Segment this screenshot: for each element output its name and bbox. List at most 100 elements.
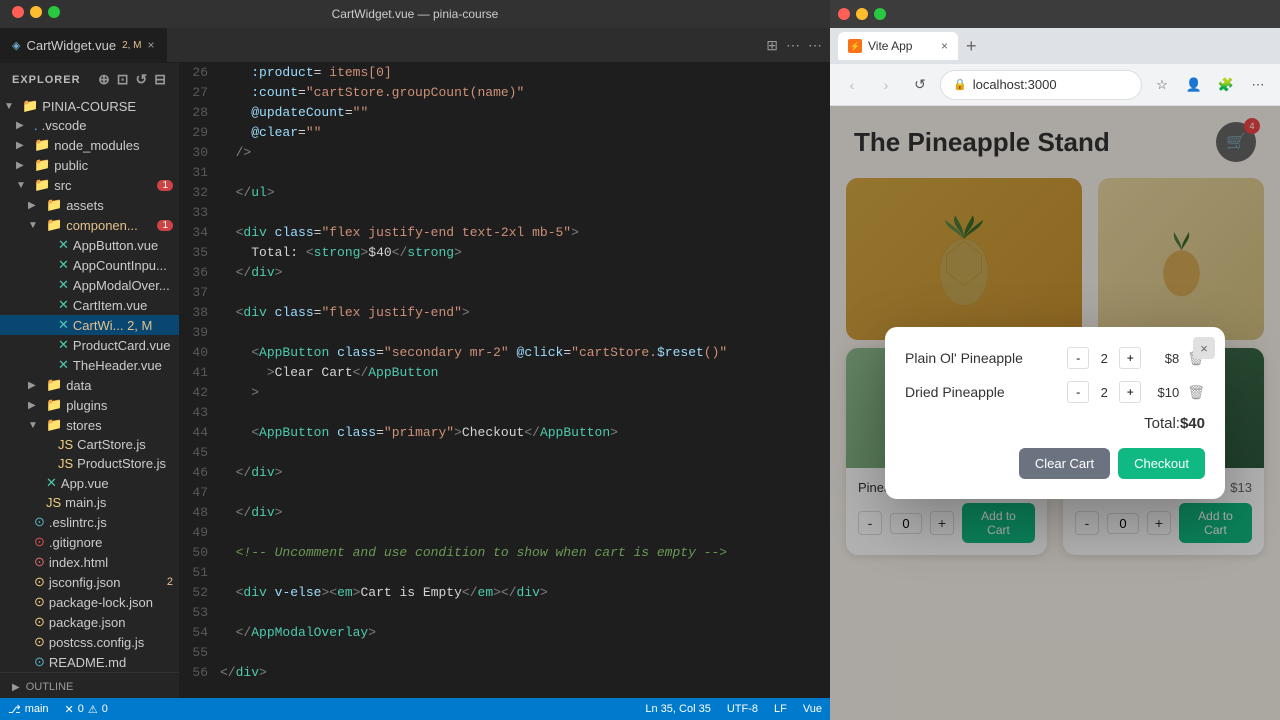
sidebar-item-plugins[interactable]: ▶ 📁 plugins — [0, 395, 179, 415]
line-number: 38 — [180, 303, 220, 323]
folder-icon: 📁 — [34, 177, 50, 193]
refresh-icon[interactable]: ↺ — [136, 71, 149, 88]
sidebar-item-cartwidget[interactable]: ▶ ✕ CartWi... 2, M — [0, 315, 179, 335]
sidebar-item-src[interactable]: ▼ 📁 src 1 — [0, 175, 179, 195]
profile-button[interactable]: 👤 — [1180, 71, 1208, 99]
new-folder-icon[interactable]: ⊡ — [117, 71, 130, 88]
cart-increase-button[interactable]: + — [1119, 381, 1141, 403]
errors-warnings[interactable]: ✕ 0 ⚠ 0 — [65, 703, 108, 716]
encoding[interactable]: UTF-8 — [727, 703, 758, 715]
minimize-traffic-light[interactable] — [30, 6, 42, 18]
sidebar-item-theheader[interactable]: ▶ ✕ TheHeader.vue — [0, 355, 179, 375]
line-col[interactable]: Ln 35, Col 35 — [645, 703, 710, 715]
sidebar-item-data[interactable]: ▶ 📁 data — [0, 375, 179, 395]
cart-item-name: Dried Pineapple — [905, 384, 1059, 400]
sidebar-item-components[interactable]: ▼ 📁 componen... 1 — [0, 215, 179, 235]
sidebar-item-readme[interactable]: ▶ ⊙ README.md — [0, 652, 179, 672]
code-lines: 26 :product= items[0] 27 :count="cartSto… — [180, 63, 830, 683]
branch-name: main — [25, 703, 49, 715]
new-file-icon[interactable]: ⊕ — [98, 71, 111, 88]
cart-modal-overlay[interactable]: × Plain Ol' Pineapple - 2 + $8 🗑 Dried P… — [830, 106, 1280, 720]
sidebar-item-appmodaloverlay[interactable]: ▶ ✕ AppModalOver... — [0, 275, 179, 295]
browser-minimize-light[interactable] — [856, 8, 868, 20]
sidebar-item-appbutton[interactable]: ▶ ✕ AppButton.vue — [0, 235, 179, 255]
sidebar-item-productcard[interactable]: ▶ ✕ ProductCard.vue — [0, 335, 179, 355]
line-number: 53 — [180, 603, 220, 623]
sidebar-item-mainjs[interactable]: ▶ JS main.js — [0, 493, 179, 512]
forward-button[interactable]: › — [872, 71, 900, 99]
cart-decrease-button[interactable]: - — [1067, 381, 1089, 403]
editor-main: EXPLORER ⊕ ⊡ ↺ ⊟ ▼ 📁 PINIA-COURSE ▶ . .v… — [0, 63, 830, 698]
browser-tab-viteapp[interactable]: ⚡ Vite App × — [838, 32, 958, 60]
url-text: localhost:3000 — [973, 77, 1129, 92]
sidebar-item-nodemodules[interactable]: ▶ 📁 node_modules — [0, 135, 179, 155]
js-file-icon: ⊙ — [34, 634, 45, 650]
sidebar-item-public[interactable]: ▶ 📁 public — [0, 155, 179, 175]
language-mode[interactable]: Vue — [803, 703, 822, 715]
outline-section[interactable]: ▶ OUTLINE — [0, 677, 179, 697]
json-file-icon: ⊙ — [34, 614, 45, 630]
browser-maximize-light[interactable] — [874, 8, 886, 20]
tab-close-button[interactable]: × — [148, 38, 155, 52]
checkout-button[interactable]: Checkout — [1118, 448, 1205, 479]
vue-file-icon: ✕ — [58, 257, 69, 273]
sidebar-item-stores[interactable]: ▼ 📁 stores — [0, 415, 179, 435]
address-bar[interactable]: 🔒 localhost:3000 — [940, 70, 1142, 100]
refresh-button[interactable]: ↺ — [906, 71, 934, 99]
sidebar-item-productstore[interactable]: ▶ JS ProductStore.js — [0, 454, 179, 473]
code-line-47: 47 — [180, 483, 830, 503]
code-line-48: 48 </div> — [180, 503, 830, 523]
cart-increase-button[interactable]: + — [1119, 347, 1141, 369]
arrow-icon: ▼ — [4, 101, 18, 112]
code-editor[interactable]: 26 :product= items[0] 27 :count="cartSto… — [180, 63, 830, 698]
sidebar-item-indexhtml[interactable]: ▶ ⊙ index.html — [0, 552, 179, 572]
arrow-icon: ▶ — [28, 380, 42, 391]
editor-tabs: ◈ CartWidget.vue 2, M × ⊞ ⋯ ⋯ — [0, 28, 830, 63]
sidebar-item-assets[interactable]: ▶ 📁 assets — [0, 195, 179, 215]
split-editor-icon[interactable]: ⊞ — [766, 37, 778, 54]
item-label: AppCountInpu... — [73, 258, 167, 273]
clear-cart-button[interactable]: Clear Cart — [1019, 448, 1110, 479]
settings-icon[interactable]: ⋯ — [786, 37, 800, 54]
cart-decrease-button[interactable]: - — [1067, 347, 1089, 369]
back-button[interactable]: ‹ — [838, 71, 866, 99]
sidebar-item-package[interactable]: ▶ ⊙ package.json — [0, 612, 179, 632]
language-text: Vue — [803, 703, 822, 715]
line-content: >Clear Cart</AppButton — [220, 363, 830, 383]
sidebar-item-packagelock[interactable]: ▶ ⊙ package-lock.json — [0, 592, 179, 612]
sidebar-item-jsconfig[interactable]: ▶ ⊙ jsconfig.json 2 — [0, 572, 179, 592]
vue-file-icon: ✕ — [58, 237, 69, 253]
line-content: <AppButton class="secondary mr-2" @click… — [220, 343, 830, 363]
code-line-39: 39 — [180, 323, 830, 343]
sidebar-item-vscode[interactable]: ▶ . .vscode — [0, 116, 179, 135]
browser-traffic-lights — [838, 8, 886, 20]
sidebar-item-cartitem[interactable]: ▶ ✕ CartItem.vue — [0, 295, 179, 315]
new-tab-button[interactable]: + — [966, 36, 977, 57]
item-label: AppButton.vue — [73, 238, 158, 253]
more-actions-icon[interactable]: ⋯ — [808, 37, 822, 54]
sidebar-item-postcss[interactable]: ▶ ⊙ postcss.config.js — [0, 632, 179, 652]
modal-close-button[interactable]: × — [1193, 337, 1215, 359]
extensions-button[interactable]: 🧩 — [1212, 71, 1240, 99]
cart-qty-display: 2 — [1093, 351, 1115, 366]
sidebar-item-cartstore[interactable]: ▶ JS CartStore.js — [0, 435, 179, 454]
line-number: 45 — [180, 443, 220, 463]
sidebar-item-root[interactable]: ▼ 📁 PINIA-COURSE — [0, 96, 179, 116]
line-ending[interactable]: LF — [774, 703, 787, 715]
git-branch[interactable]: ⎇ main — [8, 703, 49, 716]
maximize-traffic-light[interactable] — [48, 6, 60, 18]
cart-item-delete-button[interactable]: 🗑 — [1187, 384, 1205, 401]
browser-tab-close[interactable]: × — [941, 39, 948, 53]
bookmark-button[interactable]: ☆ — [1148, 71, 1176, 99]
more-options-button[interactable]: ⋯ — [1244, 71, 1272, 99]
close-traffic-light[interactable] — [12, 6, 24, 18]
browser-close-light[interactable] — [838, 8, 850, 20]
status-bar: ⎇ main ✕ 0 ⚠ 0 Ln 35, Col 35 UTF-8 LF Vu… — [0, 698, 830, 720]
sidebar-item-gitignore[interactable]: ▶ ⊙ .gitignore — [0, 532, 179, 552]
folder-icon: 📁 — [34, 137, 50, 153]
sidebar-item-appvue[interactable]: ▶ ✕ App.vue — [0, 473, 179, 493]
sidebar-item-eslint[interactable]: ▶ ⊙ .eslintrc.js — [0, 512, 179, 532]
collapse-all-icon[interactable]: ⊟ — [154, 71, 167, 88]
sidebar-item-appcountinput[interactable]: ▶ ✕ AppCountInpu... — [0, 255, 179, 275]
editor-tab-carwidget[interactable]: ◈ CartWidget.vue 2, M × — [0, 28, 168, 62]
